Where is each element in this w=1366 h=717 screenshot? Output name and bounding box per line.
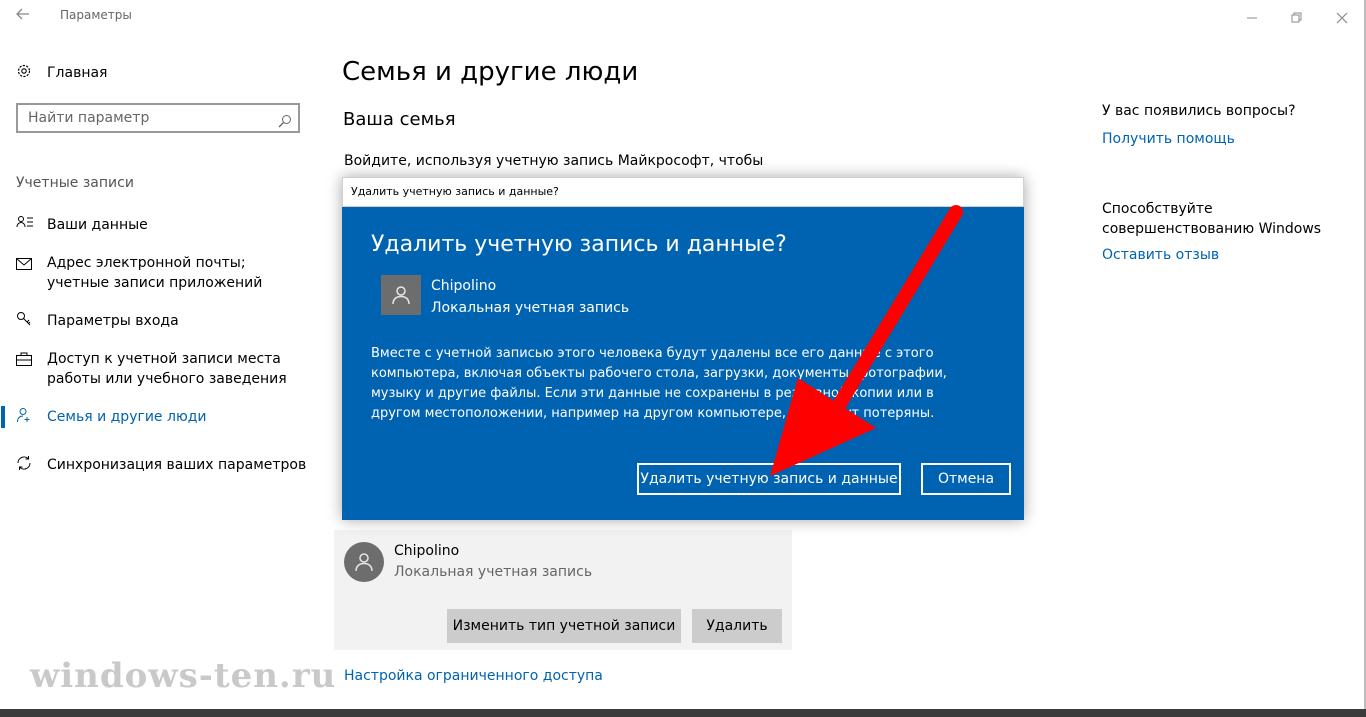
watermark: windows-ten.ru (30, 656, 337, 696)
dialog-title: Удалить учетную запись и данные? (371, 232, 787, 257)
sidebar-item-work-access[interactable]: Доступ к учетной записи места работы или… (16, 349, 327, 389)
delete-button[interactable]: Удалить (692, 609, 782, 643)
dialog-user-type: Локальная учетная запись (431, 300, 630, 316)
page-title: Семья и другие люди (342, 57, 639, 87)
sidebar-item-family[interactable]: Семья и другие люди (16, 407, 327, 429)
sidebar-item-label: Адрес электронной почты; учетные записи … (47, 255, 263, 291)
active-indicator (1, 406, 5, 428)
restore-icon[interactable] (1291, 9, 1303, 28)
user-name: Chipolino (394, 543, 460, 559)
sidebar-item-label: Семья и другие люди (47, 409, 207, 425)
sidebar-item-label: Параметры входа (47, 313, 179, 329)
sidebar-item-email[interactable]: Адрес электронной почты; учетные записи … (16, 253, 307, 293)
red-arrow-annotation (770, 205, 963, 476)
key-icon (16, 311, 47, 333)
window-title: Параметры (60, 8, 132, 22)
user-type: Локальная учетная запись (394, 564, 593, 580)
close-icon[interactable] (1336, 9, 1348, 28)
briefcase-icon (16, 349, 47, 372)
back-arrow-icon[interactable] (16, 6, 30, 25)
gear-icon (16, 63, 47, 85)
minimize-icon[interactable] (1246, 8, 1258, 27)
family-heading: Ваша семья (343, 109, 456, 130)
dialog-avatar (381, 275, 421, 315)
person-list-icon (16, 215, 47, 235)
dialog-user-name: Chipolino (431, 278, 497, 294)
search-icon (278, 111, 292, 137)
help-question: У вас появились вопросы? (1102, 103, 1296, 119)
title-bar: Параметры (0, 0, 1366, 32)
family-text: Войдите, используя учетную запись Майкро… (344, 153, 764, 169)
sidebar-item-label: Доступ к учетной записи места работы или… (47, 351, 287, 387)
avatar (344, 542, 384, 582)
search-input[interactable]: Найти параметр (16, 103, 300, 133)
sidebar-home-label: Главная (47, 65, 108, 81)
sidebar-item-your-info[interactable]: Ваши данные (16, 215, 327, 235)
sidebar-home[interactable]: Главная (16, 63, 327, 85)
user-card[interactable]: Chipolino Локальная учетная запись Измен… (334, 530, 792, 650)
sidebar-section-title: Учетные записи (16, 175, 134, 191)
people-icon (16, 407, 47, 429)
sync-icon (16, 455, 47, 477)
improve-text: Способствуйте совершенствованию Windows (1102, 201, 1322, 237)
mail-icon (16, 253, 47, 276)
sidebar-item-label: Синхронизация ваших параметров (47, 457, 307, 473)
feedback-link[interactable]: Оставить отзыв (1102, 247, 1219, 263)
sidebar-item-sync[interactable]: Синхронизация ваших параметров (16, 455, 327, 477)
get-help-link[interactable]: Получить помощь (1102, 131, 1235, 147)
change-account-type-button[interactable]: Изменить тип учетной записи (447, 609, 681, 643)
sidebar-item-sign-in[interactable]: Параметры входа (16, 311, 327, 333)
window-bottom-edge (0, 709, 1366, 717)
sidebar-item-label: Ваши данные (47, 217, 148, 233)
restricted-access-link[interactable]: Настройка ограниченного доступа (344, 668, 603, 684)
search-placeholder: Найти параметр (28, 110, 150, 126)
